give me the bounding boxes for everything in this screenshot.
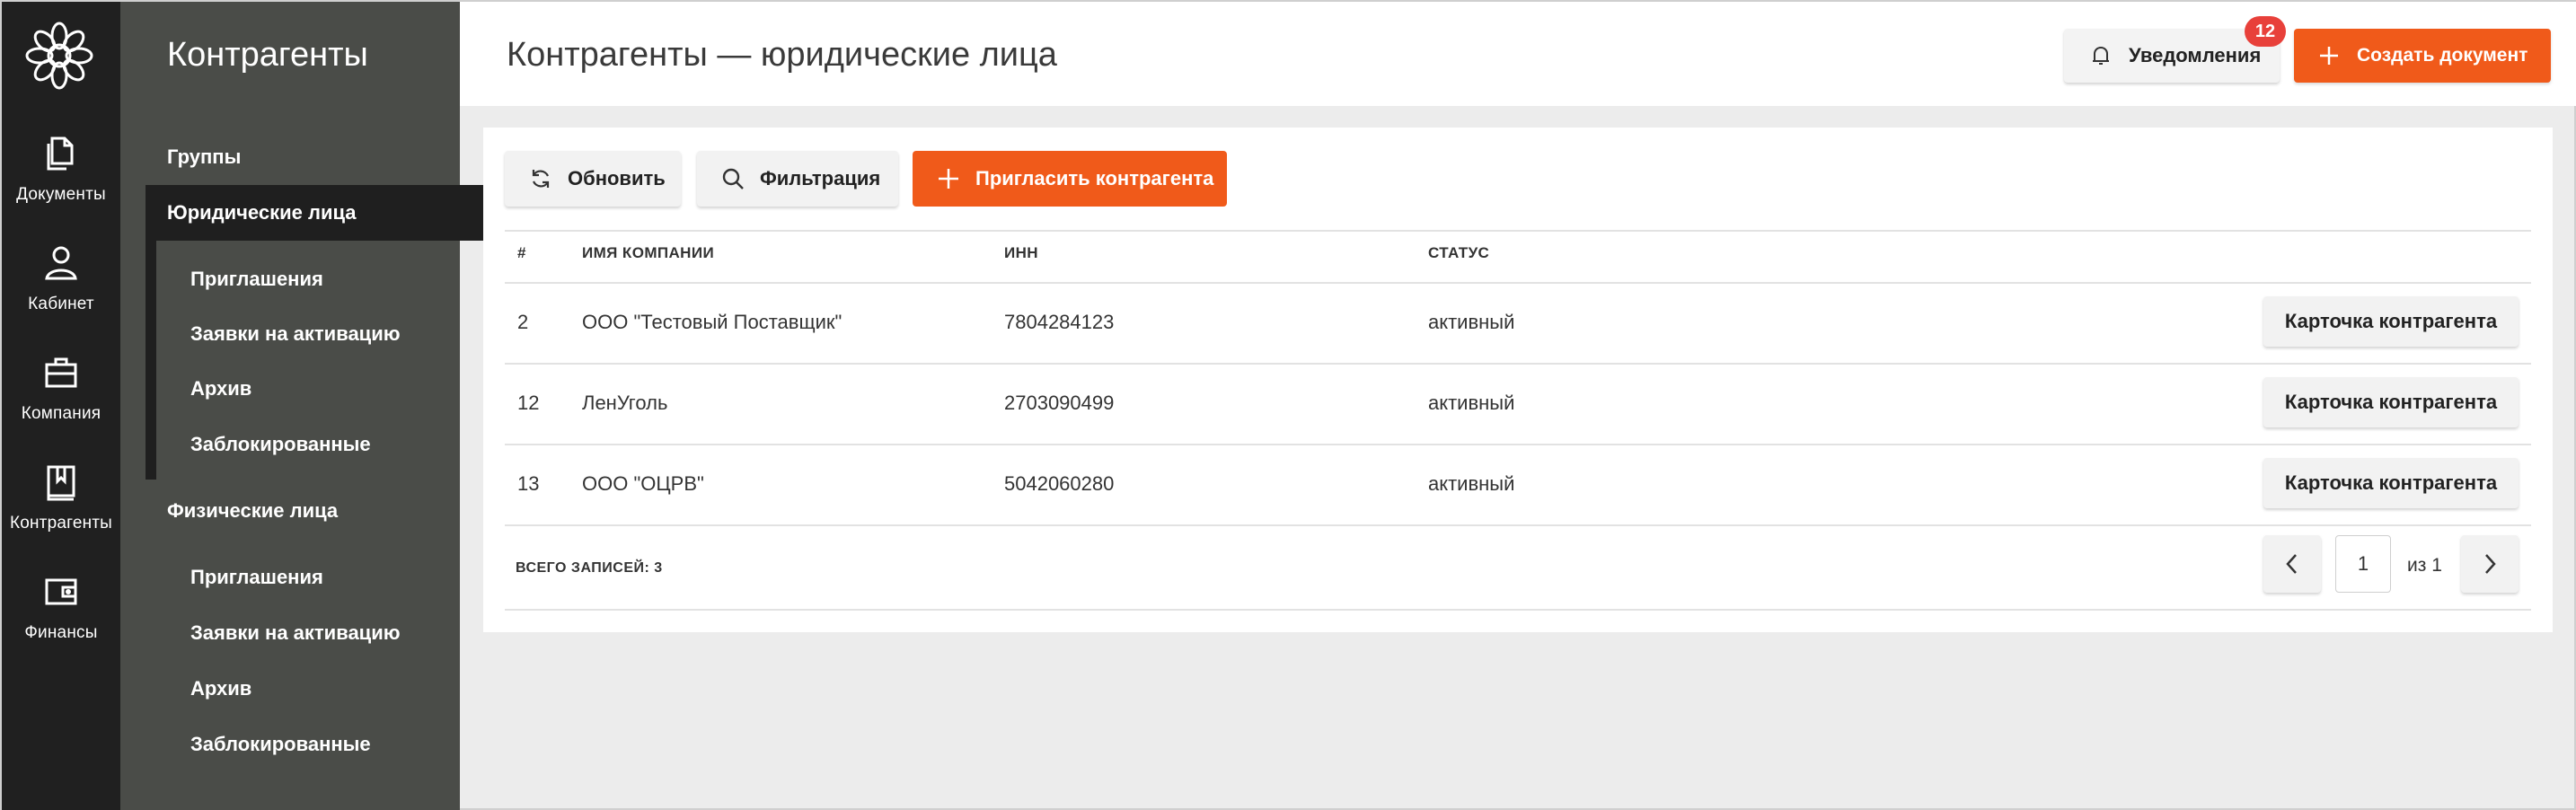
briefcase-icon	[45, 357, 77, 388]
divider	[505, 609, 2531, 611]
page-number-input[interactable]	[2335, 535, 2391, 593]
rail-item-documents[interactable]: Документы	[2, 124, 120, 223]
wallet-icon	[45, 578, 77, 605]
app-window: Документы Кабинет Компания Контрагенты Ф…	[0, 0, 2576, 810]
page-title: Контрагенты — юридические лица	[507, 36, 1057, 74]
rail-item-finance[interactable]: Финансы	[2, 562, 120, 661]
row-divider	[505, 444, 2531, 445]
rail-label-documents: Документы	[16, 185, 106, 204]
user-icon	[45, 246, 77, 280]
chevron-left-icon	[2286, 554, 2297, 574]
create-document-label: Создать документ	[2357, 45, 2528, 66]
rail-label-cabinet: Кабинет	[28, 295, 94, 313]
chevron-right-icon	[2485, 554, 2496, 574]
sidebar-item-legal-activation-requests[interactable]: Заявки на активацию	[190, 322, 401, 346]
sidebar-item-phys-activation-requests[interactable]: Заявки на активацию	[190, 621, 401, 645]
row-divider	[505, 363, 2531, 365]
row-divider	[505, 524, 2531, 526]
row-1-inn: 7804284123	[1004, 311, 1115, 333]
row-2-inn: 2703090499	[1004, 392, 1115, 414]
row-3-num: 13	[517, 472, 540, 495]
rail-label-finance: Финансы	[24, 623, 98, 642]
column-header-num: #	[517, 244, 526, 261]
filter-button[interactable]: Фильтрация	[697, 151, 898, 207]
row-2-num: 12	[517, 392, 540, 414]
divider	[505, 282, 2531, 284]
sidebar-item-legal-blocked[interactable]: Заблокированные	[190, 433, 371, 456]
rail-item-company[interactable]: Компания	[2, 343, 120, 442]
sidebar-item-individuals[interactable]: Физические лица	[167, 499, 338, 523]
next-page-button[interactable]	[2461, 535, 2519, 593]
sub-sidebar: Контрагенты Группы Юридические лица Приг…	[120, 2, 557, 810]
total-records: ВСЕГО ЗАПИСЕЙ: 3	[516, 560, 663, 576]
column-header-status: СТАТУС	[1428, 244, 1490, 261]
divider	[505, 230, 2531, 232]
sidebar-item-groups[interactable]: Группы	[167, 145, 241, 169]
sidebar-item-legal-entities[interactable]: Юридические лица	[167, 201, 357, 225]
sidebar-item-phys-archive[interactable]: Архив	[190, 677, 251, 700]
bell-icon	[2093, 46, 2109, 65]
rail-label-counterparties: Контрагенты	[9, 514, 113, 533]
page-of-label: из 1	[2407, 555, 2442, 576]
row-2-company: ЛенУголь	[582, 392, 668, 414]
column-header-inn: ИНН	[1004, 244, 1038, 261]
top-header: Контрагенты — юридические лица Уведомлен…	[460, 2, 2576, 106]
filter-label: Фильтрация	[760, 167, 881, 189]
rail-item-counterparties[interactable]: Контрагенты	[2, 453, 120, 551]
row-2-status: активный	[1428, 392, 1515, 414]
sidebar-active-indicator	[146, 241, 156, 480]
row-1-num: 2	[517, 311, 529, 333]
sidebar-item-phys-blocked[interactable]: Заблокированные	[190, 733, 371, 756]
refresh-icon	[532, 170, 550, 188]
row-3-status: активный	[1428, 472, 1515, 495]
notifications-label: Уведомления	[2129, 44, 2262, 66]
sidebar-title: Контрагенты	[167, 36, 368, 74]
search-icon	[722, 168, 744, 189]
refresh-label: Обновить	[568, 167, 666, 189]
bookmark-book-icon	[47, 465, 75, 501]
logo-icon	[25, 22, 93, 90]
column-header-company: ИМЯ КОМПАНИИ	[582, 244, 715, 261]
refresh-button[interactable]: Обновить	[505, 151, 681, 207]
prev-page-button[interactable]	[2263, 535, 2321, 593]
sidebar-item-legal-archive[interactable]: Архив	[190, 377, 251, 401]
row-1-status: активный	[1428, 311, 1515, 333]
row-2-counterparty-card-button[interactable]: Карточка контрагента	[2263, 377, 2519, 427]
row-1-counterparty-card-button[interactable]: Карточка контрагента	[2263, 296, 2519, 347]
row-3-company: ООО "ОЦРВ"	[582, 472, 704, 495]
plus-icon	[939, 169, 958, 189]
invite-counterparty-label: Пригласить контрагента	[975, 167, 1214, 189]
sidebar-item-phys-invitations[interactable]: Приглашения	[190, 566, 323, 589]
rail-item-cabinet[interactable]: Кабинет	[2, 233, 120, 332]
row-3-inn: 5042060280	[1004, 472, 1115, 495]
notifications-count-badge: 12	[2245, 16, 2286, 47]
documents-icon	[47, 136, 74, 171]
icon-rail: Документы Кабинет Компания Контрагенты Ф…	[2, 2, 120, 810]
plus-icon	[2320, 47, 2338, 65]
content-card: Обновить Фильтрация Пригласить контраген…	[483, 128, 2553, 632]
create-document-button[interactable]: Создать документ	[2294, 29, 2551, 83]
rail-label-company: Компания	[21, 404, 101, 423]
sidebar-item-legal-invitations[interactable]: Приглашения	[190, 268, 323, 291]
row-1-company: ООО "Тестовый Поставщик"	[582, 311, 842, 333]
invite-counterparty-button[interactable]: Пригласить контрагента	[913, 151, 1227, 207]
row-3-counterparty-card-button[interactable]: Карточка контрагента	[2263, 458, 2519, 508]
